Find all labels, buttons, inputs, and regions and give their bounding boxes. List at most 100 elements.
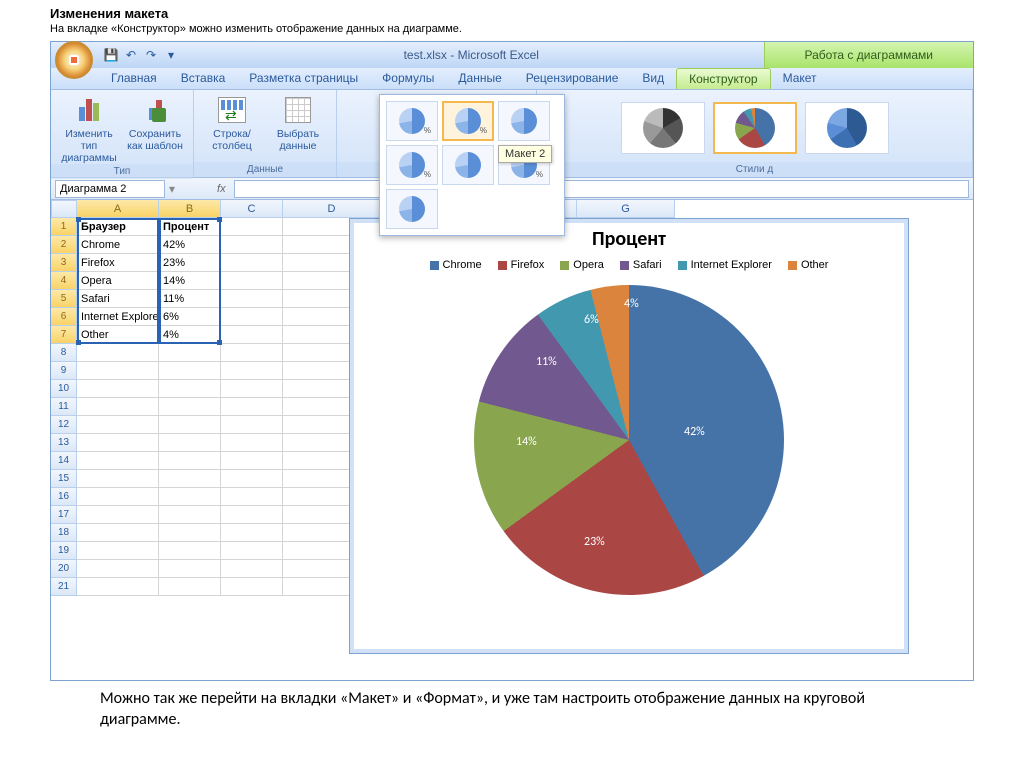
row-header-1[interactable]: 1 xyxy=(51,218,77,236)
cell-C4[interactable] xyxy=(221,272,283,290)
row-header-6[interactable]: 6 xyxy=(51,308,77,326)
select-data-button[interactable]: Выбрать данные xyxy=(268,94,328,152)
cell-B6[interactable]: 6% xyxy=(159,308,221,326)
row-header-9[interactable]: 9 xyxy=(51,362,77,380)
row-header-21[interactable]: 21 xyxy=(51,578,77,596)
row-header-17[interactable]: 17 xyxy=(51,506,77,524)
column-header-A[interactable]: A xyxy=(77,200,159,218)
column-header-G[interactable]: G xyxy=(577,200,675,218)
cell-A8[interactable] xyxy=(77,344,159,362)
save-icon[interactable]: 💾 xyxy=(103,47,119,63)
cell-C18[interactable] xyxy=(221,524,283,542)
tab-page-layout[interactable]: Разметка страницы xyxy=(237,68,370,89)
cell-B9[interactable] xyxy=(159,362,221,380)
cell-B21[interactable] xyxy=(159,578,221,596)
tab-insert[interactable]: Вставка xyxy=(169,68,238,89)
cell-A5[interactable]: Safari xyxy=(77,290,159,308)
cell-B3[interactable]: 23% xyxy=(159,254,221,272)
cell-B4[interactable]: 14% xyxy=(159,272,221,290)
tab-home[interactable]: Главная xyxy=(99,68,169,89)
layout-option-3[interactable] xyxy=(498,101,550,141)
cell-C7[interactable] xyxy=(221,326,283,344)
cell-A1[interactable]: Браузер xyxy=(77,218,159,236)
cell-A13[interactable] xyxy=(77,434,159,452)
cell-A15[interactable] xyxy=(77,470,159,488)
cell-B12[interactable] xyxy=(159,416,221,434)
cell-C6[interactable] xyxy=(221,308,283,326)
cell-C2[interactable] xyxy=(221,236,283,254)
tab-view[interactable]: Вид xyxy=(630,68,676,89)
row-header-4[interactable]: 4 xyxy=(51,272,77,290)
tab-layout[interactable]: Макет xyxy=(771,68,829,89)
switch-row-column-button[interactable]: Строка/столбец xyxy=(202,94,262,152)
cell-C8[interactable] xyxy=(221,344,283,362)
namebox-dropdown-icon[interactable]: ▾ xyxy=(169,182,175,196)
cell-A9[interactable] xyxy=(77,362,159,380)
cell-A3[interactable]: Firefox xyxy=(77,254,159,272)
row-header-3[interactable]: 3 xyxy=(51,254,77,272)
cell-C5[interactable] xyxy=(221,290,283,308)
row-header-19[interactable]: 19 xyxy=(51,542,77,560)
cell-B10[interactable] xyxy=(159,380,221,398)
cell-A2[interactable]: Chrome xyxy=(77,236,159,254)
cell-C15[interactable] xyxy=(221,470,283,488)
qat-dropdown-icon[interactable]: ▾ xyxy=(163,47,179,63)
tab-review[interactable]: Рецензирование xyxy=(514,68,631,89)
office-button[interactable] xyxy=(55,41,93,79)
row-header-7[interactable]: 7 xyxy=(51,326,77,344)
change-chart-type-button[interactable]: Изменить тип диаграммы xyxy=(59,94,119,164)
cell-A18[interactable] xyxy=(77,524,159,542)
cell-C17[interactable] xyxy=(221,506,283,524)
cell-B14[interactable] xyxy=(159,452,221,470)
save-as-template-button[interactable]: Сохранить как шаблон xyxy=(125,94,185,152)
cell-B7[interactable]: 4% xyxy=(159,326,221,344)
cell-A20[interactable] xyxy=(77,560,159,578)
row-header-2[interactable]: 2 xyxy=(51,236,77,254)
row-header-15[interactable]: 15 xyxy=(51,470,77,488)
row-header-5[interactable]: 5 xyxy=(51,290,77,308)
cell-A11[interactable] xyxy=(77,398,159,416)
cell-B5[interactable]: 11% xyxy=(159,290,221,308)
cell-B11[interactable] xyxy=(159,398,221,416)
cell-C20[interactable] xyxy=(221,560,283,578)
name-box[interactable] xyxy=(55,180,165,198)
cell-A16[interactable] xyxy=(77,488,159,506)
cell-B19[interactable] xyxy=(159,542,221,560)
cell-C9[interactable] xyxy=(221,362,283,380)
cell-A10[interactable] xyxy=(77,380,159,398)
column-header-B[interactable]: B xyxy=(159,200,221,218)
cell-C14[interactable] xyxy=(221,452,283,470)
row-header-18[interactable]: 18 xyxy=(51,524,77,542)
cell-C19[interactable] xyxy=(221,542,283,560)
layout-option-1[interactable] xyxy=(386,101,438,141)
row-header-11[interactable]: 11 xyxy=(51,398,77,416)
column-header-C[interactable]: C xyxy=(221,200,283,218)
chart-object[interactable]: Процент ChromeFirefoxOperaSafariInternet… xyxy=(349,218,909,654)
row-header-13[interactable]: 13 xyxy=(51,434,77,452)
cell-C1[interactable] xyxy=(221,218,283,236)
layout-option-4[interactable] xyxy=(386,145,438,185)
cell-B2[interactable]: 42% xyxy=(159,236,221,254)
cell-C12[interactable] xyxy=(221,416,283,434)
cell-A19[interactable] xyxy=(77,542,159,560)
chart-style-3[interactable] xyxy=(805,102,889,154)
column-header-D[interactable]: D xyxy=(283,200,381,218)
cell-B16[interactable] xyxy=(159,488,221,506)
cell-A17[interactable] xyxy=(77,506,159,524)
tab-formulas[interactable]: Формулы xyxy=(370,68,446,89)
chart-style-2[interactable] xyxy=(713,102,797,154)
redo-icon[interactable]: ↷ xyxy=(143,47,159,63)
cell-C10[interactable] xyxy=(221,380,283,398)
fx-label[interactable]: fx xyxy=(213,183,230,195)
row-header-14[interactable]: 14 xyxy=(51,452,77,470)
cell-B15[interactable] xyxy=(159,470,221,488)
row-header-16[interactable]: 16 xyxy=(51,488,77,506)
cell-C13[interactable] xyxy=(221,434,283,452)
cell-B18[interactable] xyxy=(159,524,221,542)
cell-C21[interactable] xyxy=(221,578,283,596)
cell-A6[interactable]: Internet Explorer xyxy=(77,308,159,326)
row-header-8[interactable]: 8 xyxy=(51,344,77,362)
cell-B13[interactable] xyxy=(159,434,221,452)
cell-A4[interactable]: Opera xyxy=(77,272,159,290)
cell-C11[interactable] xyxy=(221,398,283,416)
